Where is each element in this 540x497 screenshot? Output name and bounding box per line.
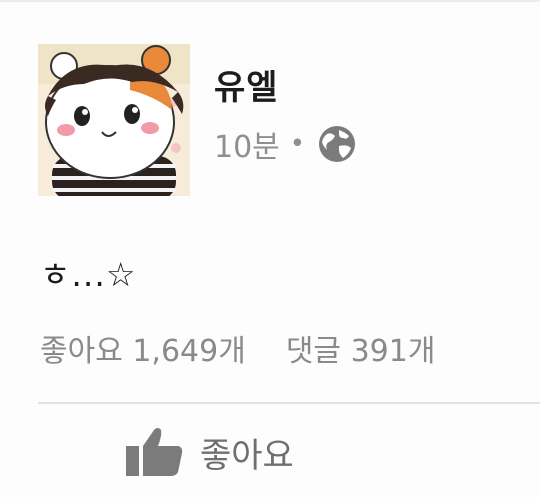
post-meta: 10분 • xyxy=(214,122,357,166)
action-divider xyxy=(38,402,540,404)
globe-icon xyxy=(319,126,356,162)
avatar[interactable] xyxy=(38,44,190,196)
like-button-label: 좋아요 xyxy=(200,435,294,476)
avatar-image xyxy=(38,44,190,196)
likes-count[interactable]: 좋아요 1,649개 xyxy=(40,326,246,370)
post-stats: 좋아요 1,649개 댓글 391개 xyxy=(40,326,435,370)
post-time[interactable]: 10분 xyxy=(214,122,280,166)
post-card: 유엘 10분 • ㅎ...☆ 좋아요 1,649개 댓글 391개 좋아요 xyxy=(0,0,540,497)
author-name[interactable]: 유엘 xyxy=(214,60,279,109)
like-button[interactable]: 좋아요 xyxy=(124,426,294,478)
meta-separator: • xyxy=(289,129,306,159)
top-divider xyxy=(0,0,540,2)
post-text: ㅎ...☆ xyxy=(40,255,137,294)
comments-count[interactable]: 댓글 391개 xyxy=(286,326,436,370)
thumbs-up-icon xyxy=(126,428,183,476)
